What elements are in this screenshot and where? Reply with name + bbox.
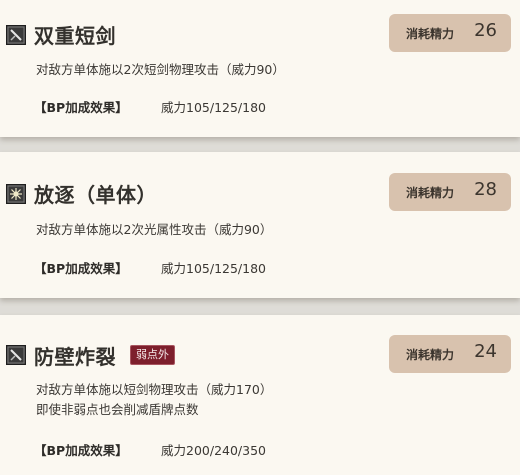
bp-value: 威力105/125/180 [161, 261, 266, 276]
bp-label: 【BP加成效果】 [34, 443, 128, 458]
bp-effect-row: 【BP加成效果】 威力105/125/180 [34, 97, 266, 116]
cost-label: 消耗精力 [406, 27, 455, 41]
sword-icon [6, 345, 26, 365]
skill-description: 对敌方单体施以2次光属性攻击（威力90） [36, 220, 272, 240]
sword-icon [6, 25, 26, 45]
cost-box: 消耗精力 24 [389, 335, 511, 373]
description-line: 对敌方单体施以2次短剑物理攻击（威力90） [36, 62, 285, 77]
weak-point-badge: 弱点外 [130, 345, 175, 365]
skill-card[interactable]: 放逐（单体） 消耗精力 28 对敌方单体施以2次光属性攻击（威力90） 【BP加… [0, 152, 520, 298]
cost-value: 26 [474, 20, 497, 41]
cost-value: 24 [474, 341, 497, 362]
bp-label: 【BP加成效果】 [34, 261, 128, 276]
bp-label: 【BP加成效果】 [34, 100, 128, 115]
skill-card[interactable]: 防壁炸裂 弱点外 消耗精力 24 对敌方单体施以短剑物理攻击（威力170） 即使… [0, 315, 520, 475]
cost-label: 消耗精力 [406, 186, 455, 200]
cost-box: 消耗精力 28 [389, 173, 511, 211]
cost-box: 消耗精力 26 [389, 14, 511, 52]
skill-description: 对敌方单体施以短剑物理攻击（威力170） 即使非弱点也会削减盾牌点数 [36, 380, 272, 420]
cost-value: 28 [474, 179, 497, 200]
bp-effect-row: 【BP加成效果】 威力200/240/350 [34, 440, 266, 459]
skill-card[interactable]: 双重短剑 消耗精力 26 对敌方单体施以2次短剑物理攻击（威力90） 【BP加成… [0, 0, 520, 137]
skill-description: 对敌方单体施以2次短剑物理攻击（威力90） [36, 60, 285, 80]
skill-name: 防壁炸裂 [34, 344, 116, 369]
skill-name: 放逐（单体） [34, 182, 157, 207]
bp-value: 威力200/240/350 [161, 443, 266, 458]
description-line: 对敌方单体施以2次光属性攻击（威力90） [36, 222, 273, 237]
light-burst-icon [6, 184, 26, 204]
bp-effect-row: 【BP加成效果】 威力105/125/180 [34, 258, 266, 277]
skill-name: 双重短剑 [34, 23, 116, 48]
description-line: 即使非弱点也会削减盾牌点数 [36, 402, 199, 417]
description-line: 对敌方单体施以短剑物理攻击（威力170） [36, 382, 273, 397]
bp-value: 威力105/125/180 [161, 100, 266, 115]
cost-label: 消耗精力 [406, 348, 455, 362]
